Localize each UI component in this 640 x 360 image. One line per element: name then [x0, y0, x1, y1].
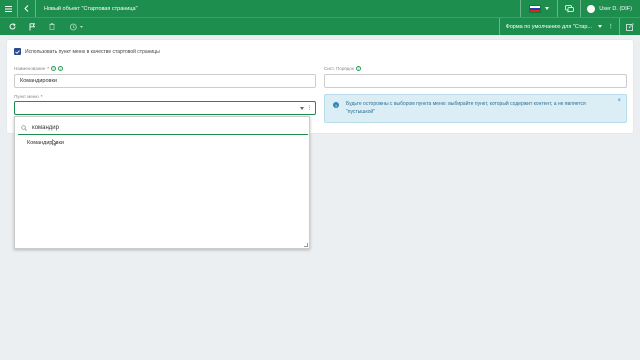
- delete-button[interactable]: [42, 18, 62, 36]
- menu-item-label: Пункт меню *: [14, 94, 43, 99]
- caret-down-icon: [80, 25, 83, 28]
- caret-down-icon: [545, 7, 550, 10]
- form-selector-label: Форма по умолчанию для "Стар...: [505, 23, 592, 30]
- use-as-start-label: Использовать пункт меню в качестве старт…: [25, 48, 160, 55]
- back-button[interactable]: [18, 0, 35, 17]
- dropdown-search-value: командир: [32, 124, 59, 131]
- refresh-icon: [9, 23, 16, 30]
- mouse-cursor-icon: [52, 139, 57, 146]
- sort-label: Сист. Порядок ?: [324, 66, 361, 71]
- more-vertical-icon[interactable]: ⋮: [608, 24, 614, 30]
- user-name: User D. (DIF): [599, 5, 632, 12]
- menu-item-dropdown: командир Командировки: [14, 116, 310, 249]
- warning-alert: i Будьте осторожны с выбором пункта меню…: [324, 94, 627, 123]
- edit-icon: [626, 22, 634, 31]
- history-icon: [69, 23, 77, 30]
- trash-icon: [49, 23, 55, 30]
- more-vertical-icon[interactable]: ⋮: [307, 105, 312, 111]
- use-as-start-row: Использовать пункт меню в качестве старт…: [14, 48, 160, 55]
- alert-text: Будьте осторожны с выбором пункта меню: …: [346, 101, 586, 115]
- required-mark: *: [47, 66, 49, 71]
- chevron-left-icon: [24, 5, 29, 12]
- toolbar: Форма по умолчанию для "Стар... ⋮: [0, 17, 640, 36]
- form-selector[interactable]: Форма по умолчанию для "Стар... ⋮: [498, 17, 619, 36]
- caret-down-icon[interactable]: [300, 107, 304, 110]
- name-label-text: Наименование: [14, 66, 46, 71]
- caret-down-icon: [598, 25, 602, 28]
- refresh-button[interactable]: [2, 18, 22, 36]
- dropdown-option[interactable]: Командировки: [24, 138, 304, 147]
- menu-item-tools: ⋮: [300, 105, 312, 111]
- dropdown-search-input[interactable]: командир: [18, 121, 308, 135]
- edit-button[interactable]: [620, 18, 640, 36]
- sort-label-text: Сист. Порядок: [324, 66, 354, 71]
- user-menu[interactable]: User D. (DIF): [581, 4, 640, 13]
- menu-item-select[interactable]: ⋮: [14, 101, 316, 115]
- search-icon: [21, 124, 27, 131]
- help-icon[interactable]: ?: [50, 66, 56, 71]
- hamburger-icon: [5, 5, 12, 12]
- required-mark: *: [40, 94, 43, 99]
- chat-icon: [564, 4, 574, 13]
- language-selector[interactable]: [521, 4, 557, 13]
- resize-handle[interactable]: [304, 243, 308, 247]
- close-icon[interactable]: ×: [617, 98, 621, 104]
- history-button[interactable]: [62, 18, 90, 36]
- checkmark-icon: [15, 49, 20, 54]
- name-field-value: Командировки: [20, 78, 57, 84]
- info-icon[interactable]: i: [57, 66, 63, 71]
- flag-icon: [29, 22, 35, 30]
- name-label: Наименование * ? i: [14, 66, 63, 71]
- menu-item-label-text: Пункт меню: [14, 94, 39, 99]
- menu-button[interactable]: [0, 0, 17, 17]
- name-field[interactable]: Командировки: [14, 74, 316, 88]
- flag-button[interactable]: [22, 18, 42, 36]
- use-as-start-checkbox[interactable]: [14, 48, 21, 55]
- russia-flag-icon: [529, 4, 542, 13]
- top-bar: Новый объект "Стартовая страница" User D…: [0, 0, 640, 17]
- dropdown-option-label: Командировки: [27, 139, 64, 146]
- sort-field[interactable]: [324, 74, 627, 88]
- info-icon: i: [333, 102, 339, 108]
- divider: [35, 0, 36, 17]
- page-title: Новый объект "Стартовая страница": [44, 5, 138, 12]
- help-icon[interactable]: ?: [355, 66, 361, 71]
- avatar: [587, 4, 596, 13]
- chat-button[interactable]: [558, 0, 580, 17]
